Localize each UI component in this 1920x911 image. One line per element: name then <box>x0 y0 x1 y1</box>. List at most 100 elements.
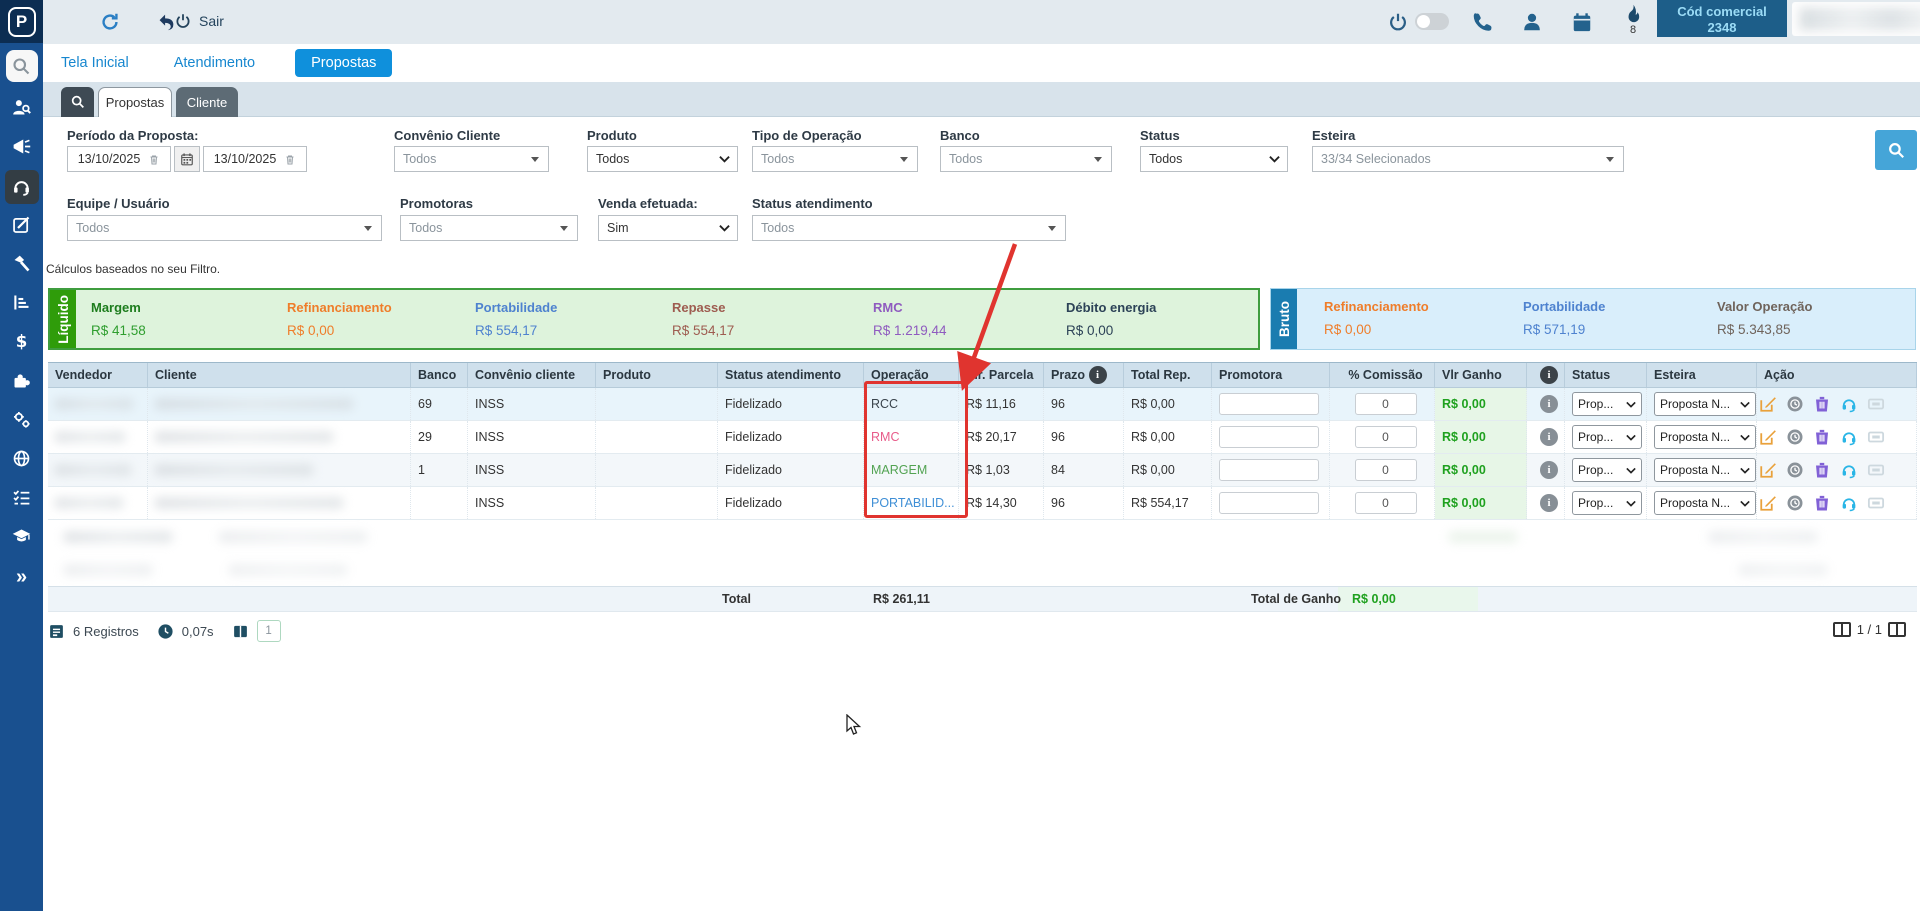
hammer-icon <box>11 253 32 277</box>
status-toggle[interactable] <box>1415 13 1449 30</box>
nav-tab-tela-inicial[interactable]: Tela Inicial <box>61 55 129 71</box>
row-esteira-select[interactable]: Proposta N... <box>1654 425 1756 449</box>
sidebar-item-search[interactable] <box>0 43 43 89</box>
refresh-icon[interactable] <box>99 11 121 33</box>
convenio-cliente-select[interactable]: Todos <box>394 146 549 172</box>
prazo-info-icon[interactable]: i <box>1089 366 1107 384</box>
filter-search-button[interactable] <box>1875 130 1917 170</box>
edit-action-icon[interactable] <box>1759 428 1777 446</box>
sidebar-item-hammer[interactable] <box>0 245 43 284</box>
nav-tab-propostas[interactable]: Propostas <box>295 49 392 77</box>
card-action-icon-disabled <box>1867 494 1885 512</box>
delete-action-icon[interactable] <box>1813 494 1831 512</box>
banco-select[interactable]: Todos <box>940 146 1112 172</box>
nav-tab-atendimento[interactable]: Atendimento <box>174 55 255 71</box>
history-action-icon[interactable] <box>1786 461 1804 479</box>
columns-icon[interactable] <box>232 623 249 640</box>
edit-action-icon[interactable] <box>1759 461 1777 479</box>
sidebar-item-megaphone[interactable] <box>0 128 43 167</box>
edit-action-icon[interactable] <box>1759 494 1777 512</box>
proposals-table: Vendedor Cliente Banco Convênio cliente … <box>48 362 1917 612</box>
headset-action-icon[interactable] <box>1840 395 1858 413</box>
subtab-propostas[interactable]: Propostas <box>98 87 172 117</box>
row-info-icon[interactable]: i <box>1540 428 1558 446</box>
info-icon[interactable]: i <box>1540 366 1558 384</box>
sidebar-item-edit[interactable] <box>0 206 43 245</box>
equipe-usuario-select[interactable]: Todos <box>67 215 382 241</box>
logout-button[interactable]: Sair <box>174 12 224 30</box>
row-esteira-select[interactable]: Proposta N... <box>1654 491 1756 515</box>
history-action-icon[interactable] <box>1786 395 1804 413</box>
calendar-icon[interactable] <box>1571 11 1593 33</box>
cliente-redacted <box>148 487 411 519</box>
date-to-input[interactable]: 13/10/2025 <box>203 146 307 172</box>
subtab-cliente[interactable]: Cliente <box>176 87 238 117</box>
phone-icon[interactable] <box>1471 11 1493 33</box>
esteira-select[interactable]: 33/34 Selecionados <box>1312 146 1624 172</box>
delete-action-icon[interactable] <box>1813 395 1831 413</box>
calendar-picker-button[interactable] <box>174 146 200 172</box>
last-page-icon[interactable] <box>1888 622 1906 637</box>
subtab-search-button[interactable] <box>61 87 94 117</box>
app-logo[interactable]: P <box>0 0 43 43</box>
history-action-icon[interactable] <box>1786 494 1804 512</box>
sidebar-item-checklist[interactable] <box>0 479 43 518</box>
row-esteira-select[interactable]: Proposta N... <box>1654 458 1756 482</box>
row-status-select[interactable]: Prop... <box>1572 458 1642 482</box>
sidebar-item-training[interactable] <box>0 518 43 557</box>
logout-label: Sair <box>199 13 224 29</box>
sidebar-item-settings[interactable] <box>0 401 43 440</box>
status-atendimento-select[interactable]: Todos <box>752 215 1066 241</box>
page-number-box[interactable]: 1 <box>257 620 281 642</box>
checklist-icon <box>11 487 32 511</box>
col-vlr-ganho: Vlr Ganho <box>1435 363 1527 387</box>
headset-action-icon[interactable] <box>1840 428 1858 446</box>
sidebar-item-integrations[interactable] <box>0 362 43 401</box>
row-status-select[interactable]: Prop... <box>1572 392 1642 416</box>
first-page-icon[interactable] <box>1833 622 1851 637</box>
row-info-icon[interactable]: i <box>1540 461 1558 479</box>
produto-select[interactable]: Todos <box>587 146 738 172</box>
graduation-icon <box>11 526 32 550</box>
headset-action-icon[interactable] <box>1840 461 1858 479</box>
edit-action-icon[interactable] <box>1759 395 1777 413</box>
promotora-input[interactable] <box>1219 393 1319 415</box>
sidebar-item-user-search[interactable] <box>0 89 43 128</box>
comissao-input[interactable] <box>1355 459 1417 481</box>
row-status-select[interactable]: Prop... <box>1572 425 1642 449</box>
comissao-input[interactable] <box>1355 393 1417 415</box>
clear-date-icon[interactable] <box>148 153 160 166</box>
delete-action-icon[interactable] <box>1813 461 1831 479</box>
sidebar-item-web[interactable] <box>0 440 43 479</box>
tipo-operacao-select[interactable]: Todos <box>752 146 918 172</box>
promotora-input[interactable] <box>1219 492 1319 514</box>
user-icon[interactable] <box>1521 11 1543 33</box>
app-window: P <box>0 0 1920 911</box>
liquido-tab: Líquido <box>50 290 76 348</box>
promotora-input[interactable] <box>1219 459 1319 481</box>
row-info-icon[interactable]: i <box>1540 494 1558 512</box>
row-status-select[interactable]: Prop... <box>1572 491 1642 515</box>
history-action-icon[interactable] <box>1786 428 1804 446</box>
date-from-input[interactable]: 13/10/2025 <box>67 146 171 172</box>
delete-action-icon[interactable] <box>1813 428 1831 446</box>
filter-panel: Período da Proposta: 13/10/2025 13/10/20… <box>43 117 1920 282</box>
promotora-input[interactable] <box>1219 426 1319 448</box>
notifications-flame[interactable]: 8 <box>1621 4 1645 36</box>
sidebar-item-atendimento[interactable] <box>0 167 43 206</box>
comissao-input[interactable] <box>1355 426 1417 448</box>
promotoras-select[interactable]: Todos <box>400 215 578 241</box>
clear-date-icon[interactable] <box>284 153 296 166</box>
venda-efetuada-select[interactable]: Sim <box>598 215 738 241</box>
status-atendimento-label: Status atendimento <box>752 196 873 211</box>
status-select[interactable]: Todos <box>1140 146 1288 172</box>
sidebar-item-financial[interactable]: $ <box>0 323 43 362</box>
headset-action-icon[interactable] <box>1840 494 1858 512</box>
sidebar-item-expand[interactable]: » <box>0 557 43 596</box>
row-info-icon[interactable]: i <box>1540 395 1558 413</box>
comissao-input[interactable] <box>1355 492 1417 514</box>
row-esteira-select[interactable]: Proposta N... <box>1654 392 1756 416</box>
power-toggle-icon[interactable] <box>1387 11 1409 33</box>
user-menu[interactable] <box>1792 2 1920 36</box>
sidebar-item-reports[interactable] <box>0 284 43 323</box>
